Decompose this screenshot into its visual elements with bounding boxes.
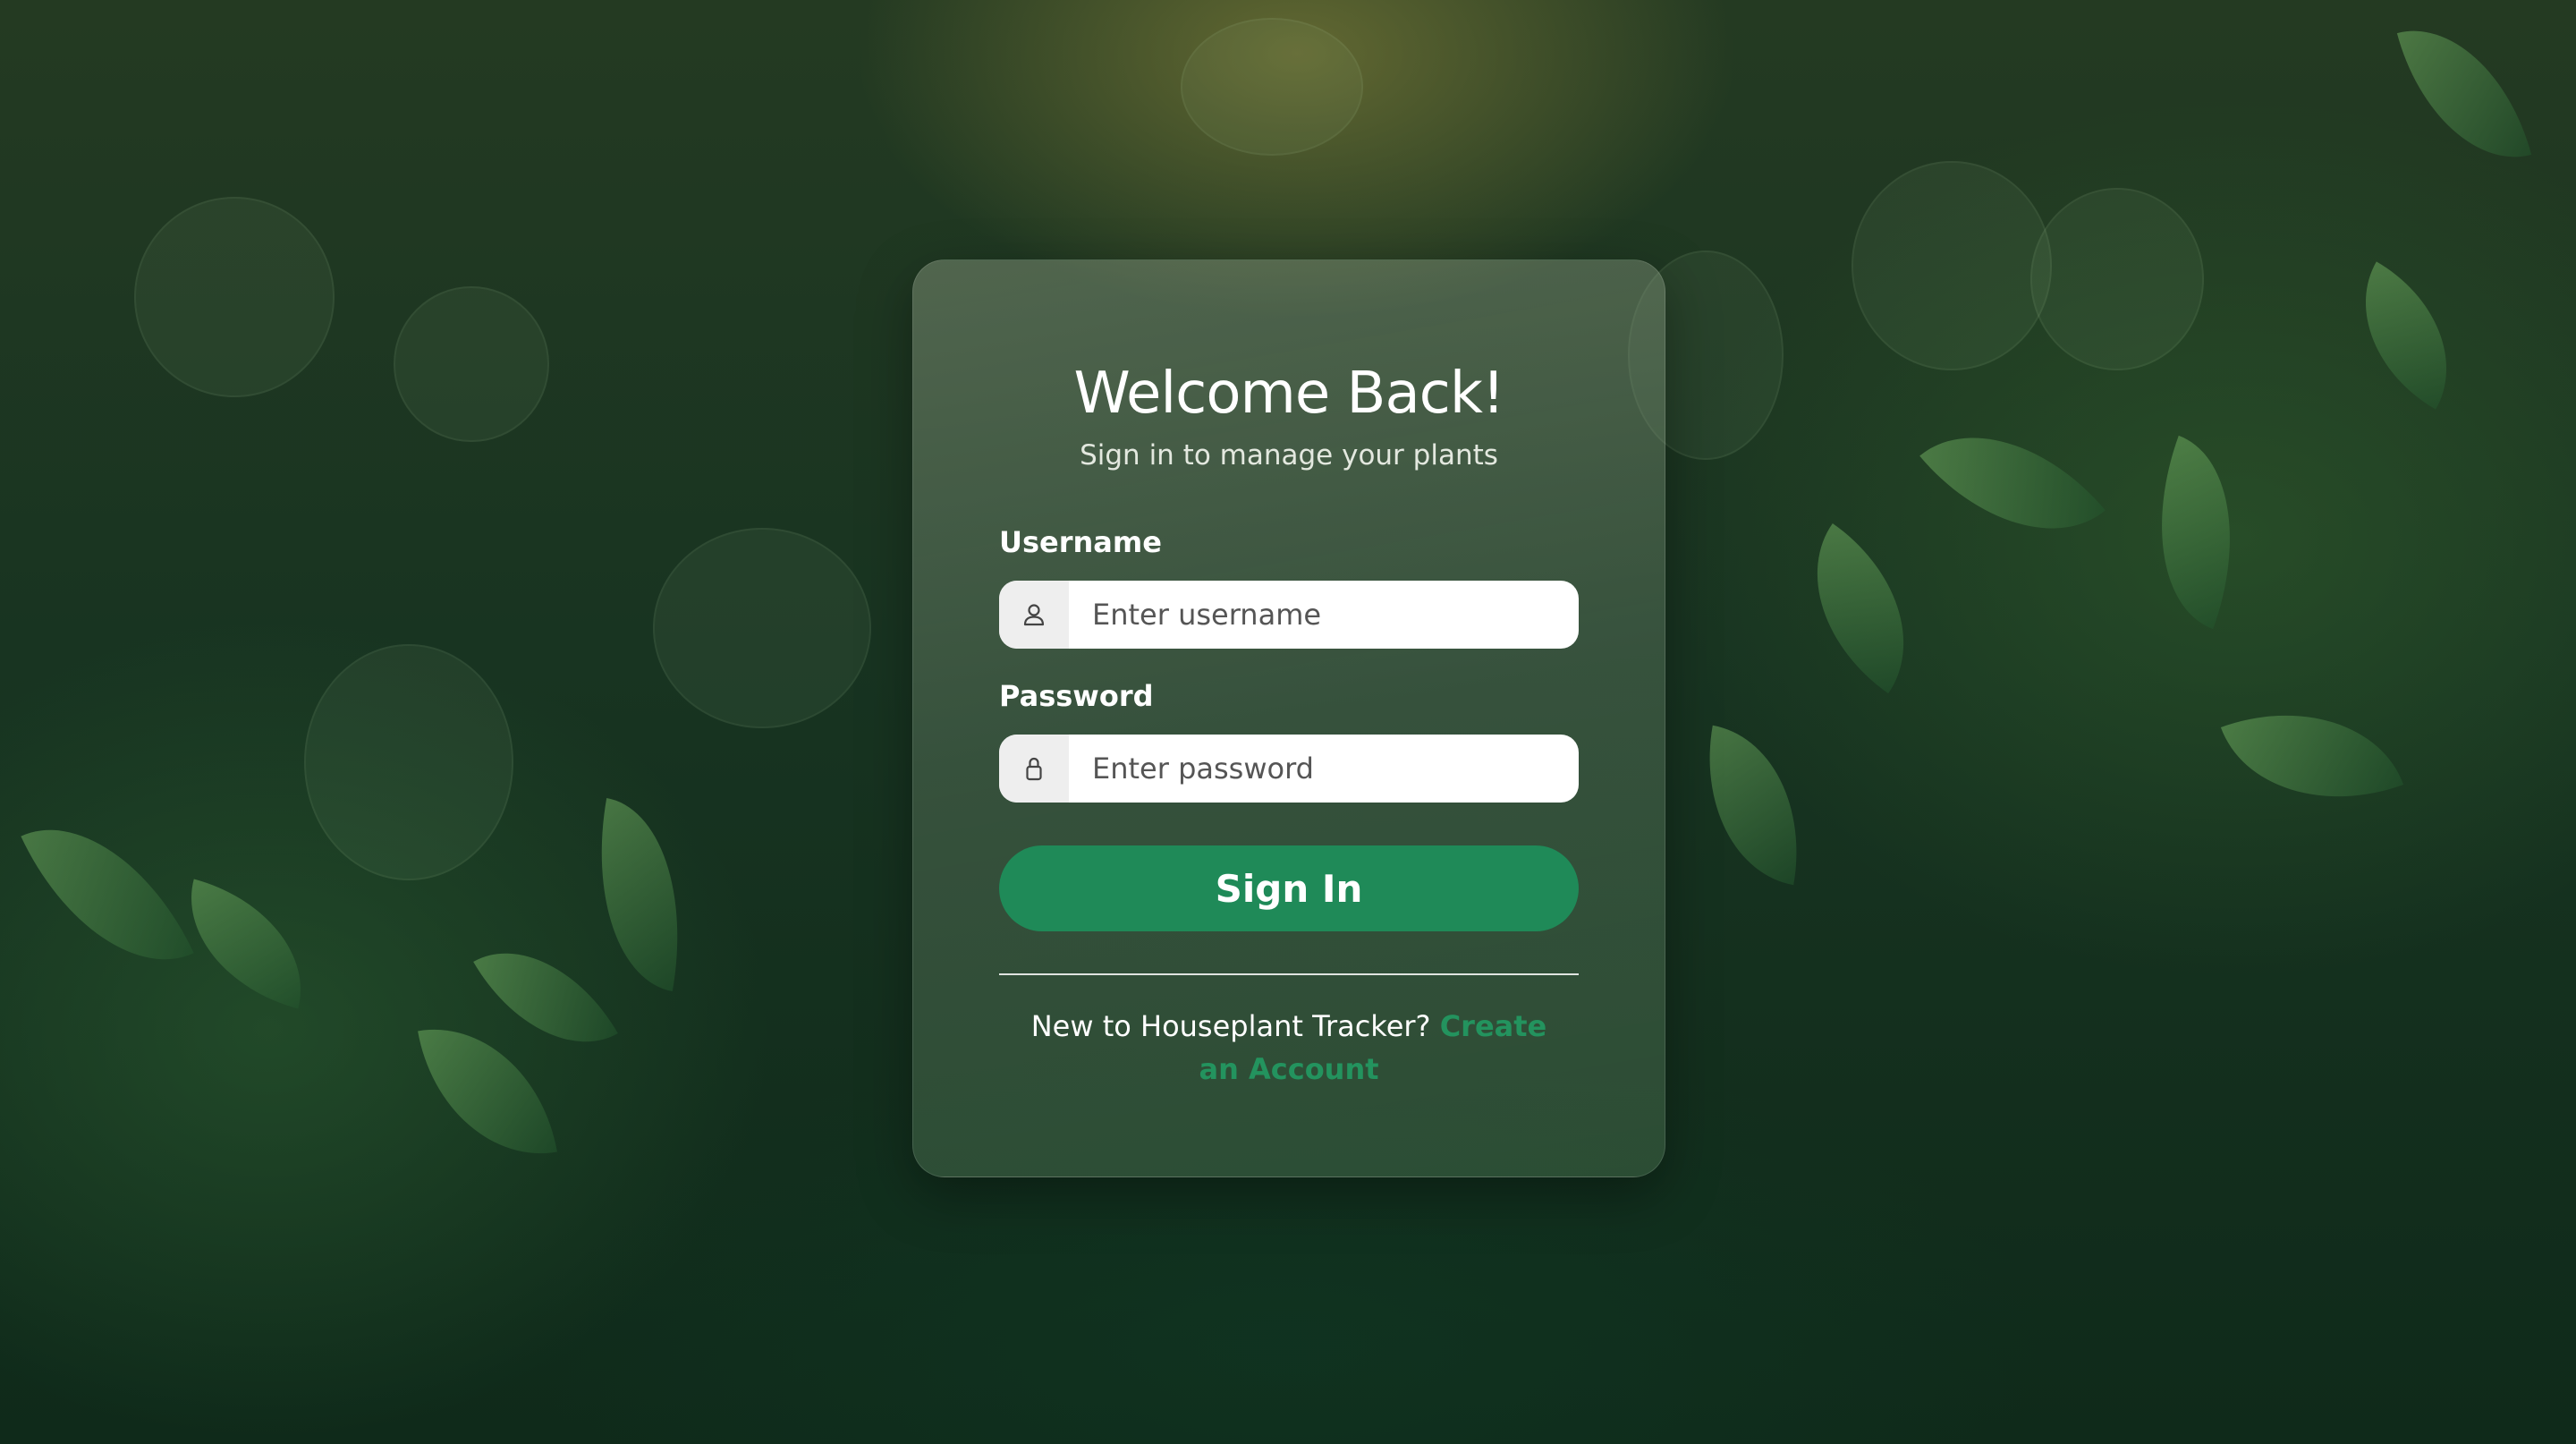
leaf-shape bbox=[21, 791, 194, 998]
password-label: Password bbox=[999, 679, 1154, 713]
login-card: Welcome Back! Sign in to manage your pla… bbox=[912, 259, 1665, 1177]
username-input[interactable] bbox=[1069, 581, 1579, 649]
username-label: Username bbox=[999, 525, 1162, 559]
signup-prompt: New to Houseplant Tracker? Create an Acc… bbox=[1021, 1005, 1557, 1091]
leaf-shape bbox=[2326, 261, 2486, 410]
leaf-shape bbox=[168, 879, 324, 1009]
leaf-shape bbox=[2120, 435, 2272, 630]
leaf-shape bbox=[2220, 675, 2404, 837]
bokeh-circle bbox=[1852, 161, 2052, 370]
leaf-shape bbox=[1771, 522, 1950, 694]
signup-prompt-text: New to Houseplant Tracker? bbox=[1030, 1009, 1431, 1043]
leaf-shape bbox=[2396, 7, 2532, 181]
user-icon bbox=[999, 581, 1069, 649]
divider bbox=[999, 973, 1579, 975]
bokeh-circle bbox=[2030, 188, 2204, 370]
leaf-shape bbox=[1919, 386, 2106, 580]
bokeh-circle bbox=[304, 644, 513, 880]
bokeh-circle bbox=[653, 528, 871, 728]
page-title: Welcome Back! bbox=[1073, 361, 1504, 427]
password-field bbox=[999, 735, 1579, 803]
page-subtitle: Sign in to manage your plants bbox=[1080, 439, 1498, 471]
leaf-shape bbox=[1688, 725, 1818, 886]
bokeh-circle bbox=[1181, 18, 1363, 156]
bokeh-circle bbox=[134, 197, 335, 397]
sign-in-button[interactable]: Sign In bbox=[999, 845, 1579, 931]
lock-icon bbox=[999, 735, 1069, 803]
password-input[interactable] bbox=[1069, 735, 1579, 803]
leaf-shape bbox=[575, 797, 704, 992]
username-field bbox=[999, 581, 1579, 649]
leaf-shape bbox=[418, 1010, 557, 1173]
bokeh-circle bbox=[394, 286, 549, 442]
